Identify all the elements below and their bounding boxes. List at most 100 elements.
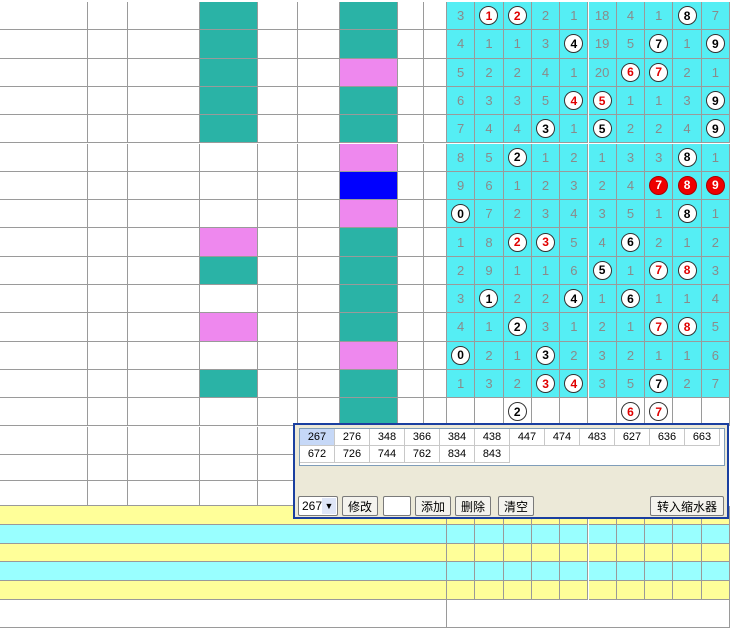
- number-list-popup[interactable]: 267 276 348 366 384 438 447 474 483 627 636 663 672 7…: [293, 423, 729, 519]
- row-date: [0, 256, 88, 285]
- dist-cell: 8: [673, 2, 702, 31]
- stat-value: [531, 581, 561, 600]
- number-ball: 7: [649, 402, 669, 422]
- dist-cell: 5: [616, 369, 646, 399]
- dist-cell: 4: [447, 30, 476, 59]
- dist-cell: 7: [645, 171, 674, 201]
- number-ball: 9: [705, 119, 725, 139]
- dist-cell: 7: [645, 369, 674, 399]
- dist-cell: 2: [588, 171, 617, 201]
- row-value-a: [398, 256, 424, 285]
- number-list-item[interactable]: 438: [475, 429, 510, 446]
- row-issue: [128, 313, 200, 342]
- number-ball: 0: [451, 345, 471, 365]
- number-list-item[interactable]: 744: [370, 446, 405, 463]
- row-issue: [128, 86, 200, 116]
- dist-cell: 3: [503, 86, 532, 116]
- blank-cell: [200, 398, 258, 427]
- dist-cell: 8: [447, 143, 476, 172]
- number-select[interactable]: 267 ▼: [298, 496, 338, 516]
- row-date: [0, 369, 88, 399]
- dist-cell: 7: [701, 369, 730, 399]
- row-value-a: [398, 285, 424, 314]
- dist-cell: 1: [531, 143, 561, 172]
- chevron-down-icon[interactable]: ▼: [322, 498, 336, 514]
- dist-cell: 2: [531, 285, 561, 314]
- stat-value: [588, 524, 617, 544]
- row-open-number: [340, 341, 398, 370]
- header-week: [88, 476, 128, 506]
- row-value-a: [398, 143, 424, 172]
- number-list-item[interactable]: 483: [580, 429, 615, 446]
- number-ball: 8: [677, 204, 697, 224]
- row-span: [258, 58, 298, 87]
- dist-cell: 2: [475, 58, 504, 87]
- number-list-item[interactable]: 366: [405, 429, 440, 446]
- number-list-item[interactable]: 663: [685, 429, 720, 446]
- number-ball: 9: [705, 175, 725, 195]
- row-open-number: [340, 115, 398, 144]
- row-test-number: [200, 30, 258, 59]
- dist-cell: 3: [475, 86, 504, 116]
- number-list-item[interactable]: 762: [405, 446, 440, 463]
- row-open-number: [340, 369, 398, 399]
- number-list-item[interactable]: 636: [650, 429, 685, 446]
- dist-cell: 1: [701, 143, 730, 172]
- row-span: [258, 228, 298, 257]
- dist-cell: 1: [616, 86, 646, 116]
- number-ball: 6: [620, 62, 640, 82]
- row-date: [0, 341, 88, 370]
- number-list-item[interactable]: 276: [335, 429, 370, 446]
- row-value-a: [398, 341, 424, 370]
- row-value-a: [398, 200, 424, 229]
- dist-cell: 3: [701, 256, 730, 285]
- number-list-item[interactable]: 843: [475, 446, 510, 463]
- row-date: [0, 2, 88, 31]
- dist-cell: 0: [447, 200, 476, 229]
- edit-button[interactable]: 修改: [342, 496, 378, 516]
- number-ball: 3: [536, 345, 556, 365]
- dist-cell: 5: [588, 86, 617, 116]
- dist-cell: 8: [673, 313, 702, 342]
- number-list-item[interactable]: 834: [440, 446, 475, 463]
- number-list-item[interactable]: 726: [335, 446, 370, 463]
- stat-value: [645, 543, 674, 563]
- dist-cell: 3: [475, 369, 504, 399]
- row-date: [0, 313, 88, 342]
- number-list-item[interactable]: 627: [615, 429, 650, 446]
- row-sum: [298, 2, 340, 31]
- dist-cell: 2: [645, 115, 674, 144]
- number-list-item[interactable]: 474: [545, 429, 580, 446]
- number-input[interactable]: [383, 496, 411, 516]
- number-ball: 2: [507, 6, 527, 26]
- row-span: [258, 313, 298, 342]
- dist-cell: 1: [475, 30, 504, 59]
- clear-button[interactable]: 清空: [498, 496, 534, 516]
- number-ball: 5: [592, 91, 612, 111]
- dist-cell: 1: [673, 30, 702, 59]
- dist-cell: 6: [616, 285, 646, 314]
- dist-cell: 3: [531, 228, 561, 257]
- footer-right-title: [447, 600, 730, 628]
- dist-cell: 4: [531, 58, 561, 87]
- delete-button[interactable]: 删除: [455, 496, 491, 516]
- number-list-item[interactable]: 384: [440, 429, 475, 446]
- dist-cell: 1: [503, 171, 532, 201]
- number-list-item[interactable]: 447: [510, 429, 545, 446]
- number-list[interactable]: 267 276 348 366 384 438 447 474 483 627 636 663 672 7…: [299, 428, 725, 466]
- dist-cell: 5: [588, 256, 617, 285]
- add-button[interactable]: 添加: [415, 496, 451, 516]
- dist-cell: 2: [616, 115, 646, 144]
- row-issue: [128, 143, 200, 172]
- number-list-item[interactable]: 267: [300, 429, 335, 446]
- number-list-item[interactable]: 348: [370, 429, 405, 446]
- row-value-b: [424, 58, 447, 87]
- row-date: [0, 171, 88, 201]
- dist-cell: 9: [447, 171, 476, 201]
- row-open-number: [340, 143, 398, 172]
- number-ball: 5: [592, 119, 612, 139]
- dist-cell: 20: [588, 58, 617, 87]
- number-list-item[interactable]: 672: [300, 446, 335, 463]
- row-value-b: [424, 86, 447, 116]
- transfer-button[interactable]: 转入缩水器: [650, 496, 724, 516]
